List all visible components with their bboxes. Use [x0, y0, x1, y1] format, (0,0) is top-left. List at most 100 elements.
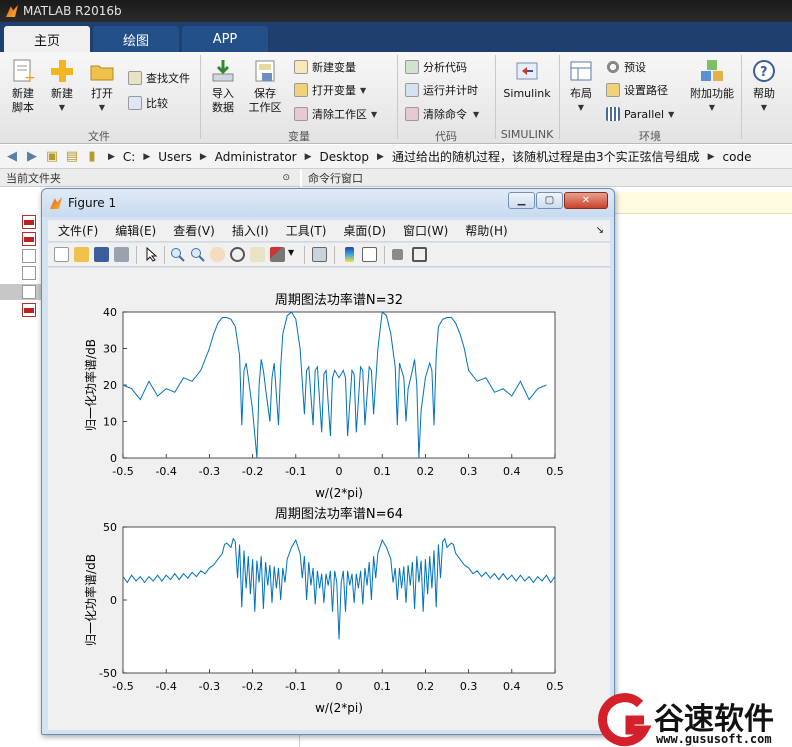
find-files-icon [128, 71, 142, 85]
save-workspace-button[interactable]: 保存 工作区 [246, 58, 284, 115]
minimize-icon[interactable]: ▁ [508, 192, 535, 209]
breadcrumb-administrator[interactable]: Administrator [215, 150, 297, 164]
maximize-icon[interactable]: ▢ [536, 192, 563, 209]
simulink-button[interactable]: Simulink [502, 58, 552, 101]
new-variable-button[interactable]: 新建变量 [294, 58, 356, 76]
command-line-input[interactable] [610, 192, 792, 214]
path-separator: ▶ [199, 151, 207, 162]
panel-menu-icon[interactable]: ⊙ [282, 173, 290, 183]
breadcrumb-code[interactable]: code [723, 150, 752, 164]
new-figure-icon[interactable] [54, 247, 69, 262]
m-file-icon[interactable] [22, 249, 36, 263]
breadcrumb-project-folder[interactable]: 通过给出的随机过程，该随机过程是由3个实正弦信号组成 [392, 148, 700, 165]
compare-button[interactable]: 比较 [128, 94, 168, 112]
preferences-label: 预设 [624, 61, 646, 74]
x-tick-label: 0.4 [503, 680, 521, 693]
figure-window[interactable]: Figure 1 ▁ ▢ ✕ 文件(F) 编辑(E) 查看(V) 插入(I) 工… [41, 188, 615, 735]
print-icon[interactable] [114, 247, 129, 262]
png-file-icon[interactable] [22, 232, 36, 246]
menu-tools[interactable]: 工具(T) [286, 222, 327, 239]
x-tick-label: 0.5 [546, 465, 564, 478]
open-file-icon[interactable] [74, 247, 89, 262]
import-data-button[interactable]: 导入 数据 [206, 58, 240, 115]
preferences-button[interactable]: 预设 [606, 58, 646, 76]
path-separator: ▶ [707, 151, 715, 162]
pan-hand-icon[interactable] [210, 247, 225, 262]
import-data-label: 导入 数据 [212, 87, 234, 114]
new-variable-label: 新建变量 [312, 61, 356, 74]
x-tick-label: 0.2 [417, 465, 435, 478]
save-icon[interactable] [94, 247, 109, 262]
menu-window[interactable]: 窗口(W) [403, 222, 448, 239]
hide-plot-tools-icon[interactable] [392, 249, 403, 260]
dock-arrow-icon[interactable]: ↘ [596, 225, 604, 236]
x-tick-label: -0.3 [199, 680, 220, 693]
clear-commands-button[interactable]: 清除命令 ▼ [405, 105, 479, 123]
menu-help[interactable]: 帮助(H) [465, 222, 507, 239]
x-tick-label: 0.1 [373, 680, 391, 693]
help-button[interactable]: ? 帮助 ▼ [748, 58, 780, 115]
rotate-3d-icon[interactable] [230, 247, 245, 262]
breadcrumb-c[interactable]: C: [123, 150, 135, 164]
tab-home[interactable]: 主页 [4, 26, 90, 52]
tab-plots[interactable]: 绘图 [93, 26, 179, 52]
png-file-icon[interactable] [22, 303, 36, 317]
add-ons-button[interactable]: 附加功能 ▼ [688, 58, 736, 115]
svg-text:?: ? [760, 65, 768, 80]
app-titlebar: MATLAB R2016b [0, 0, 792, 22]
chevron-down-icon[interactable]: ▼ [288, 248, 294, 257]
open-variable-label: 打开变量 [312, 84, 356, 97]
watermark: 谷速软件 www.gususoft.com [592, 690, 792, 747]
find-files-label: 查找文件 [146, 72, 190, 85]
breadcrumb-users[interactable]: Users [158, 150, 192, 164]
axes-top[interactable]: 周期图法功率谱N=32 w/(2*pi) 归一化功率谱/dB -0.5 -0.4 -… [83, 292, 564, 500]
matlab-logo-icon [50, 197, 62, 209]
menu-file[interactable]: 文件(F) [58, 222, 98, 239]
colorbar-icon[interactable] [345, 247, 354, 262]
new-button[interactable]: 新建 ▼ [46, 58, 78, 115]
new-script-button[interactable]: + 新建 脚本 [6, 58, 40, 115]
show-plot-tools-icon[interactable] [412, 247, 427, 262]
axes-bottom[interactable]: 周期图法功率谱N=64 w/(2*pi) 归一化功率谱/dB -0.5 -0.4 -… [83, 506, 564, 715]
x-tick-label: -0.4 [155, 680, 176, 693]
toolbar-separator [136, 246, 137, 264]
menu-insert[interactable]: 插入(I) [232, 222, 269, 239]
m-file-icon[interactable] [22, 285, 36, 299]
find-files-button[interactable]: 查找文件 [128, 69, 190, 87]
menu-view[interactable]: 查看(V) [173, 222, 215, 239]
forward-arrow-icon[interactable]: ▶ [24, 149, 40, 165]
tab-apps[interactable]: APP [182, 26, 268, 52]
analyze-code-button[interactable]: 分析代码 [405, 58, 467, 76]
parallel-button[interactable]: Parallel ▼ [606, 105, 674, 123]
menu-edit[interactable]: 编辑(E) [115, 222, 156, 239]
browse-folder-icon[interactable]: ▤ [64, 149, 80, 165]
layout-icon [568, 58, 594, 84]
clear-workspace-icon [294, 107, 308, 121]
close-icon[interactable]: ✕ [564, 192, 608, 209]
clear-workspace-button[interactable]: 清除工作区 ▼ [294, 105, 377, 123]
link-plot-icon[interactable] [312, 247, 327, 262]
brush-icon[interactable] [270, 247, 285, 262]
png-file-icon[interactable] [22, 215, 36, 229]
figure-canvas[interactable]: 周期图法功率谱N=32 w/(2*pi) 归一化功率谱/dB -0.5 -0.4 -… [48, 268, 610, 730]
analyze-code-icon [405, 60, 419, 74]
run-and-time-button[interactable]: 运行并计时 [405, 81, 478, 99]
set-path-button[interactable]: 设置路径 [606, 81, 668, 99]
pointer-icon[interactable] [144, 246, 159, 262]
layout-button[interactable]: 布局 ▼ [565, 58, 597, 115]
parallel-label: Parallel [624, 107, 665, 121]
data-cursor-icon[interactable] [250, 247, 265, 262]
zoom-in-icon[interactable] [170, 247, 185, 262]
zoom-out-icon[interactable] [190, 247, 205, 262]
x-tick-label: -0.2 [242, 465, 263, 478]
matlab-logo-icon [6, 5, 18, 17]
open-button[interactable]: 打开 ▼ [86, 58, 118, 115]
m-file-icon[interactable] [22, 266, 36, 280]
axes-bottom-xlabel: w/(2*pi) [315, 701, 363, 715]
menu-desktop[interactable]: 桌面(D) [343, 222, 386, 239]
back-arrow-icon[interactable]: ◀ [4, 149, 20, 165]
up-folder-icon[interactable]: ▣ [44, 149, 60, 165]
open-variable-button[interactable]: 打开变量 ▼ [294, 81, 366, 99]
breadcrumb-desktop[interactable]: Desktop [320, 150, 370, 164]
legend-icon[interactable] [362, 247, 377, 262]
